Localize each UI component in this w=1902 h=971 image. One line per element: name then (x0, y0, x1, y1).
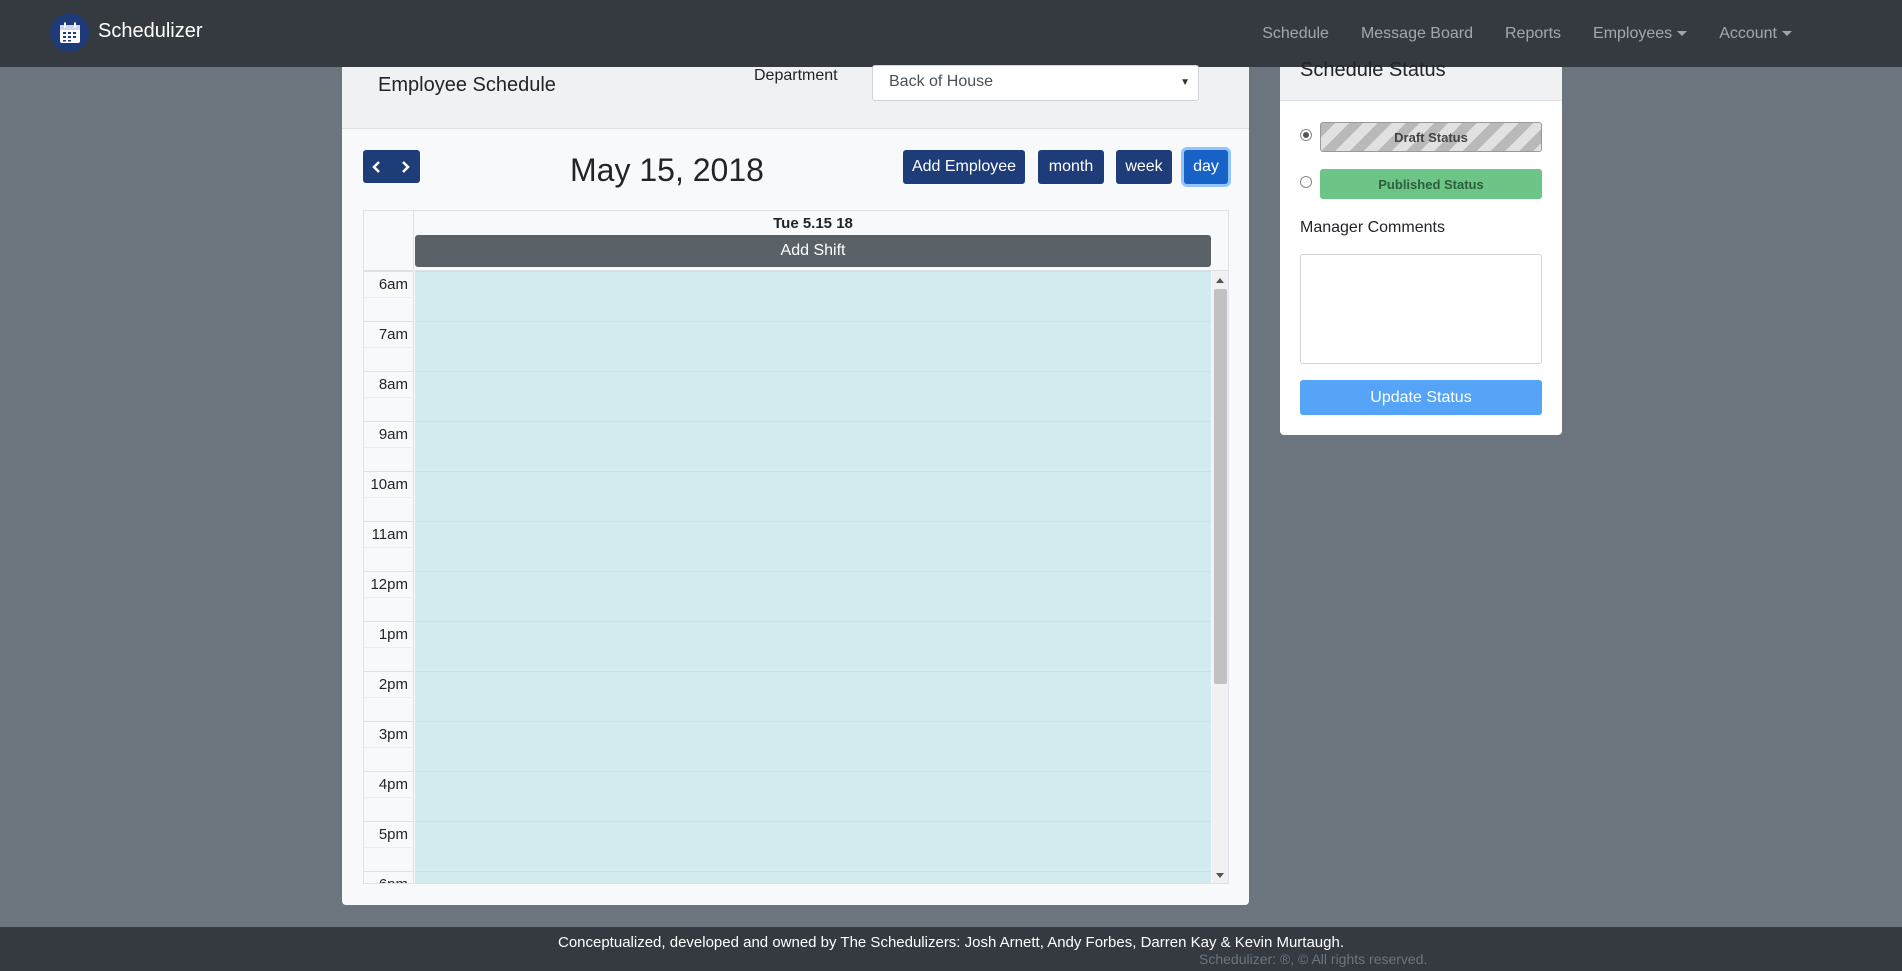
hour-row: 2pm (364, 671, 414, 721)
chevron-down-icon: ▼ (1180, 77, 1190, 88)
calendar-day-grid: Tue 5.15 18 Add Shift 6am 7am 8am 9am 10… (363, 210, 1229, 884)
nav-item-label: Reports (1505, 24, 1562, 42)
month-view-button[interactable]: month (1038, 150, 1104, 184)
time-axis-header (364, 211, 414, 271)
hour-label: 6pm (379, 876, 408, 883)
department-select[interactable]: Back of House ▼ (872, 65, 1199, 101)
nav-menu: Schedule Message Board Reports Employees… (1230, 0, 1792, 67)
status-card-header: Schedule Status (1280, 59, 1562, 101)
nav-item-message-board[interactable]: Message Board (1361, 25, 1473, 43)
chevron-left-icon (372, 160, 380, 173)
nav-item-employees[interactable]: Employees (1593, 24, 1688, 43)
week-view-button[interactable]: week (1116, 150, 1172, 184)
nav-item-label: Message Board (1360, 24, 1473, 42)
scroll-down-icon[interactable] (1216, 873, 1224, 878)
hour-label: 2pm (378, 676, 408, 693)
nav-item-label: Account (1719, 24, 1777, 42)
page-title: Employee Schedule (378, 74, 556, 96)
hour-label: 8am (378, 376, 408, 393)
hour-row: 3pm (364, 721, 414, 771)
hour-row: 9am (364, 421, 414, 471)
calendar-icon[interactable] (50, 13, 89, 52)
hour-label: 9am (378, 426, 408, 443)
scrollbar-thumb[interactable] (1214, 289, 1227, 684)
add-employee-button[interactable]: Add Employee (903, 150, 1025, 184)
schedule-card: Employee Schedule Department Back of Hou… (342, 65, 1249, 905)
hour-row: 8am (364, 371, 414, 421)
hour-label: 4pm (378, 776, 408, 793)
draft-status-radio[interactable] (1300, 129, 1312, 141)
hour-label: 3pm (378, 726, 408, 743)
department-label: Department (754, 67, 838, 84)
published-status-radio[interactable] (1300, 176, 1312, 188)
manager-comments-field[interactable] (1300, 254, 1542, 364)
caret-down-icon (1782, 31, 1792, 36)
hour-row: 6am (364, 271, 414, 321)
hour-label: 10am (370, 476, 408, 493)
top-navbar: Schedulizer Schedule Message Board Repor… (0, 0, 1902, 67)
schedule-card-header: Employee Schedule Department Back of Hou… (342, 65, 1249, 129)
hour-row: 6pm (364, 871, 414, 883)
draft-status-badge[interactable]: Draft Status (1320, 122, 1542, 152)
hour-row: 1pm (364, 621, 414, 671)
footer-credits: Conceptualized, developed and owned by T… (557, 934, 1345, 951)
chevron-right-icon (402, 160, 410, 173)
brand-name[interactable]: Schedulizer (98, 20, 203, 43)
nav-item-account[interactable]: Account (1719, 25, 1792, 43)
hour-row: 10am (364, 471, 414, 521)
calendar-nav-group (363, 150, 420, 183)
hour-row: 7am (364, 321, 414, 371)
caret-down-icon (1677, 31, 1688, 36)
hour-label: 5pm (378, 826, 408, 843)
footer-copyright: Schedulizer: ®, © All rights reserved. (1199, 951, 1428, 967)
day-view-button[interactable]: day (1184, 150, 1228, 184)
scroll-up-icon[interactable] (1216, 278, 1224, 283)
day-time-slots[interactable] (415, 271, 1211, 883)
calendar-scrollbar[interactable] (1212, 271, 1228, 883)
hour-row: 12pm (364, 571, 414, 621)
update-status-button[interactable]: Update Status (1300, 380, 1542, 415)
hour-row: 4pm (364, 771, 414, 821)
add-shift-button[interactable]: Add Shift (415, 235, 1211, 267)
hour-row: 11am (364, 521, 414, 571)
nav-item-label: Employees (1593, 24, 1673, 42)
hour-label: 11am (371, 526, 408, 543)
nav-item-label: Schedule (1262, 24, 1329, 42)
day-column-header: Tue 5.15 18 (773, 215, 853, 232)
status-card-title: Schedule Status (1300, 59, 1446, 81)
manager-comments-label: Manager Comments (1300, 219, 1445, 236)
hour-label: 6am (378, 276, 408, 293)
schedule-status-card: Schedule Status Draft Status Published S… (1280, 59, 1562, 435)
department-select-value: Back of House (889, 73, 994, 90)
published-status-badge[interactable]: Published Status (1320, 169, 1542, 199)
time-axis: 6am 7am 8am 9am 10am 11am 12pm 1pm 2pm 3… (364, 271, 414, 883)
hour-label: 1pm (378, 626, 408, 643)
nav-item-schedule[interactable]: Schedule (1262, 25, 1329, 43)
next-button[interactable] (391, 150, 419, 183)
hour-label: 12pm (370, 576, 408, 593)
nav-item-reports[interactable]: Reports (1505, 25, 1561, 43)
page-footer: Conceptualized, developed and owned by T… (0, 927, 1902, 971)
calendar-date-title: May 15, 2018 (570, 152, 764, 188)
hour-row: 5pm (364, 821, 414, 871)
prev-button[interactable] (363, 150, 391, 183)
hour-label: 7am (378, 326, 408, 343)
